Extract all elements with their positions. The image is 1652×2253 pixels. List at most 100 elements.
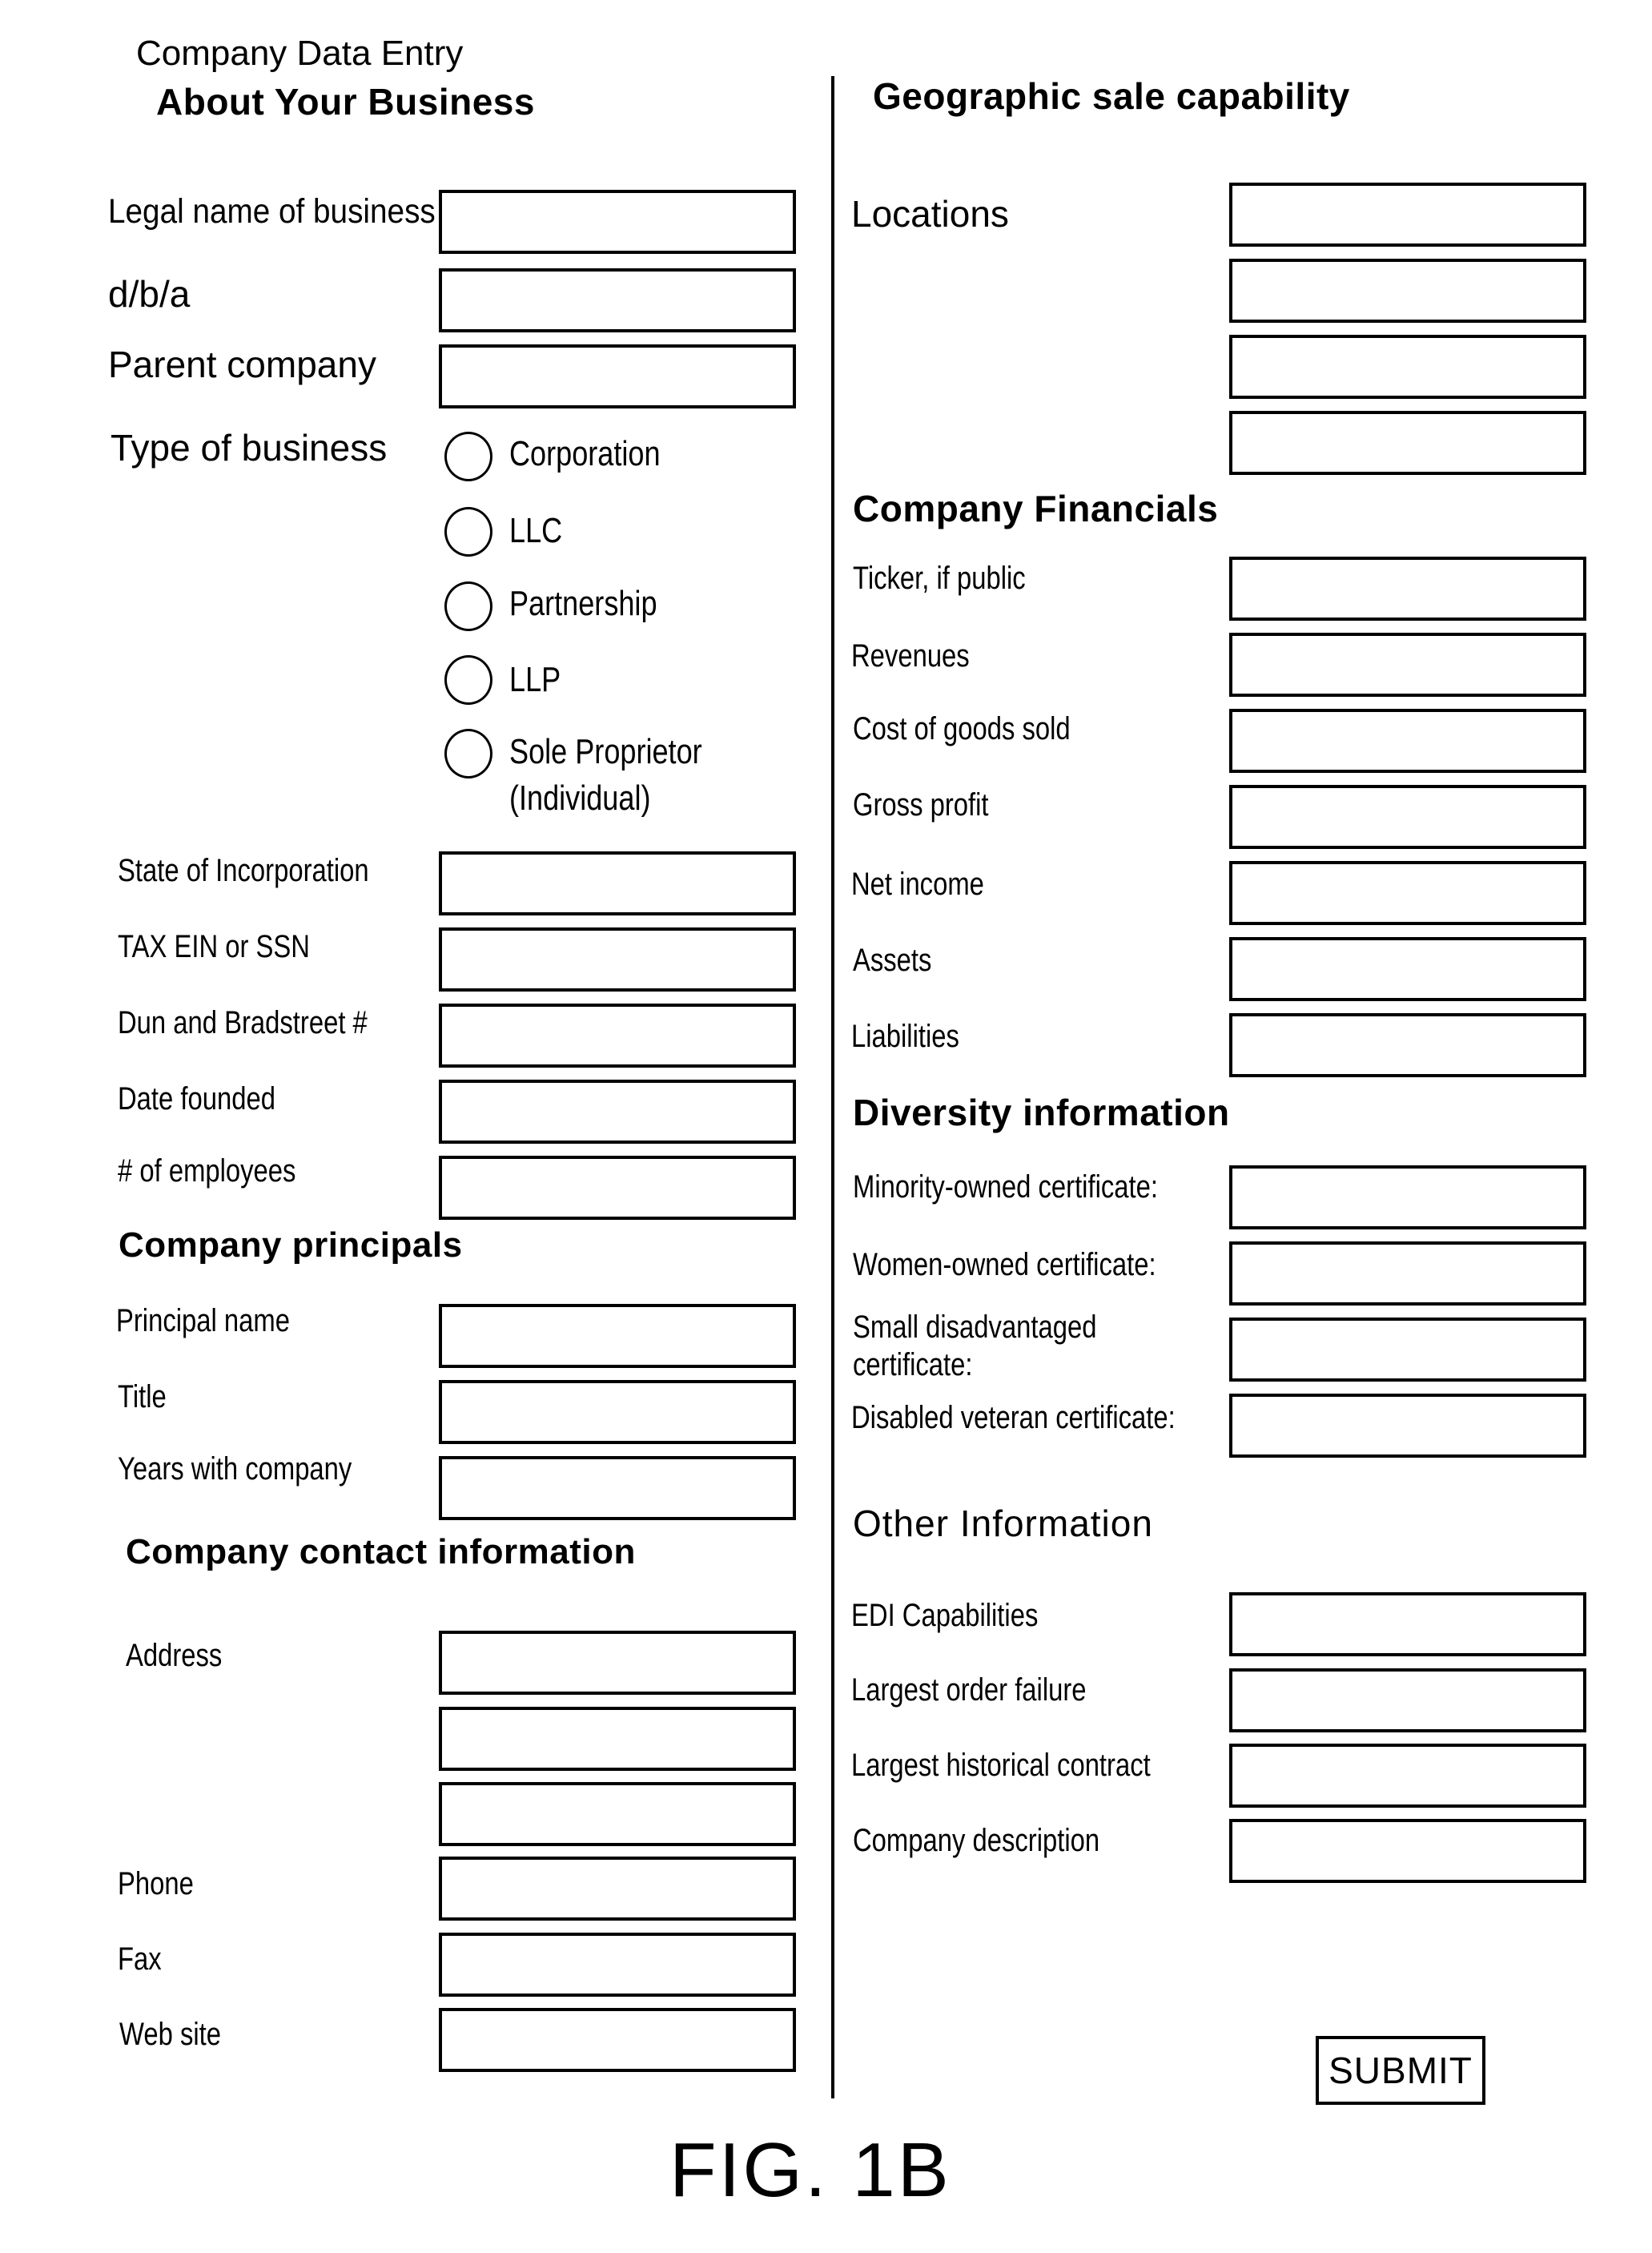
label-principal-title: Title: [118, 1379, 167, 1414]
label-dun-bradstreet: Dun and Bradstreet #: [118, 1005, 368, 1040]
label-locations: Locations: [851, 193, 1009, 235]
principal-title-input[interactable]: [442, 1383, 793, 1441]
radio-corporation[interactable]: [444, 432, 492, 481]
dun-bradstreet-input[interactable]: [442, 1007, 793, 1064]
years-with-company-input[interactable]: [442, 1459, 793, 1517]
address-line-1-field[interactable]: [439, 1631, 796, 1695]
location-1-input[interactable]: [1232, 186, 1583, 243]
submit-button[interactable]: SUBMIT: [1316, 2036, 1485, 2105]
fax-input[interactable]: [442, 1936, 793, 1994]
address-line-1-input[interactable]: [442, 1634, 793, 1692]
location-4-field[interactable]: [1229, 411, 1586, 475]
phone-field[interactable]: [439, 1857, 796, 1921]
legal-name-field[interactable]: [439, 190, 796, 254]
date-founded-field[interactable]: [439, 1080, 796, 1144]
net-income-field[interactable]: [1229, 861, 1586, 925]
label-company-description: Company description: [853, 1823, 1100, 1858]
liabilities-input[interactable]: [1232, 1016, 1583, 1074]
address-line-3-field[interactable]: [439, 1782, 796, 1846]
address-line-3-input[interactable]: [442, 1785, 793, 1843]
dba-field[interactable]: [439, 268, 796, 332]
radio-partnership[interactable]: [444, 581, 492, 631]
edi-input[interactable]: [1232, 1595, 1583, 1653]
women-owned-field[interactable]: [1229, 1241, 1586, 1306]
label-small-disadvantaged: Small disadvantaged: [853, 1310, 1097, 1345]
principal-name-input[interactable]: [442, 1307, 793, 1365]
gross-profit-field[interactable]: [1229, 785, 1586, 849]
label-minority-owned: Minority-owned certificate:: [853, 1169, 1158, 1205]
section-heading-financials: Company Financials: [853, 488, 1219, 529]
parent-company-input[interactable]: [442, 348, 793, 405]
location-4-input[interactable]: [1232, 414, 1583, 472]
date-founded-input[interactable]: [442, 1083, 793, 1141]
revenues-input[interactable]: [1232, 636, 1583, 694]
net-income-input[interactable]: [1232, 864, 1583, 922]
minority-owned-input[interactable]: [1232, 1169, 1583, 1226]
small-disadvantaged-input[interactable]: [1232, 1321, 1583, 1378]
label-women-owned: Women-owned certificate:: [853, 1247, 1156, 1282]
employees-field[interactable]: [439, 1156, 796, 1220]
disabled-veteran-field[interactable]: [1229, 1394, 1586, 1458]
edi-field[interactable]: [1229, 1592, 1586, 1656]
location-2-input[interactable]: [1232, 262, 1583, 320]
minority-owned-field[interactable]: [1229, 1165, 1586, 1229]
label-date-founded: Date founded: [118, 1081, 275, 1116]
address-line-2-input[interactable]: [442, 1710, 793, 1768]
location-2-field[interactable]: [1229, 259, 1586, 323]
disabled-veteran-input[interactable]: [1232, 1397, 1583, 1454]
web-site-field[interactable]: [439, 2008, 796, 2072]
address-line-2-field[interactable]: [439, 1707, 796, 1771]
radio-sole-proprietor[interactable]: [444, 729, 492, 778]
web-site-input[interactable]: [442, 2011, 793, 2069]
location-1-field[interactable]: [1229, 183, 1586, 247]
gross-profit-input[interactable]: [1232, 788, 1583, 846]
liabilities-field[interactable]: [1229, 1013, 1586, 1077]
fax-field[interactable]: [439, 1933, 796, 1997]
assets-input[interactable]: [1232, 940, 1583, 998]
tax-ein-input[interactable]: [442, 931, 793, 988]
label-revenues: Revenues: [851, 638, 970, 674]
label-gross-profit: Gross profit: [853, 787, 989, 823]
largest-contract-field[interactable]: [1229, 1744, 1586, 1808]
state-of-incorporation-field[interactable]: [439, 851, 796, 915]
radio-llp[interactable]: [444, 655, 492, 705]
employees-input[interactable]: [442, 1159, 793, 1217]
location-3-input[interactable]: [1232, 338, 1583, 396]
label-legal-name: Legal name of business: [108, 192, 436, 231]
largest-contract-input[interactable]: [1232, 1747, 1583, 1804]
parent-company-field[interactable]: [439, 344, 796, 408]
label-small-disadvantaged-line2: certificate:: [853, 1347, 973, 1382]
women-owned-input[interactable]: [1232, 1245, 1583, 1302]
phone-input[interactable]: [442, 1860, 793, 1917]
assets-field[interactable]: [1229, 937, 1586, 1001]
largest-order-failure-input[interactable]: [1232, 1672, 1583, 1729]
company-description-field[interactable]: [1229, 1819, 1586, 1883]
label-employees: # of employees: [118, 1153, 296, 1189]
principal-title-field[interactable]: [439, 1380, 796, 1444]
small-disadvantaged-field[interactable]: [1229, 1318, 1586, 1382]
ticker-field[interactable]: [1229, 557, 1586, 621]
radio-llc[interactable]: [444, 507, 492, 557]
section-heading-geographic: Geographic sale capability: [873, 75, 1350, 117]
company-description-input[interactable]: [1232, 1822, 1583, 1880]
column-divider: [831, 76, 834, 2098]
dun-bradstreet-field[interactable]: [439, 1004, 796, 1068]
years-with-company-field[interactable]: [439, 1456, 796, 1520]
cogs-field[interactable]: [1229, 709, 1586, 773]
largest-order-failure-field[interactable]: [1229, 1668, 1586, 1732]
label-address: Address: [126, 1638, 223, 1673]
principal-name-field[interactable]: [439, 1304, 796, 1368]
legal-name-input[interactable]: [442, 193, 793, 251]
dba-input[interactable]: [442, 272, 793, 329]
location-3-field[interactable]: [1229, 335, 1586, 399]
cogs-input[interactable]: [1232, 712, 1583, 770]
label-state-of-incorporation: State of Incorporation: [118, 853, 369, 888]
radio-label-sole-proprietor: Sole Proprietor: [509, 732, 702, 771]
ticker-input[interactable]: [1232, 560, 1583, 618]
radio-label-llc: LLC: [509, 511, 563, 550]
tax-ein-field[interactable]: [439, 927, 796, 992]
state-of-incorporation-input[interactable]: [442, 855, 793, 912]
label-web-site: Web site: [119, 2017, 222, 2052]
revenues-field[interactable]: [1229, 633, 1586, 697]
section-heading-other: Other Information: [853, 1503, 1153, 1544]
